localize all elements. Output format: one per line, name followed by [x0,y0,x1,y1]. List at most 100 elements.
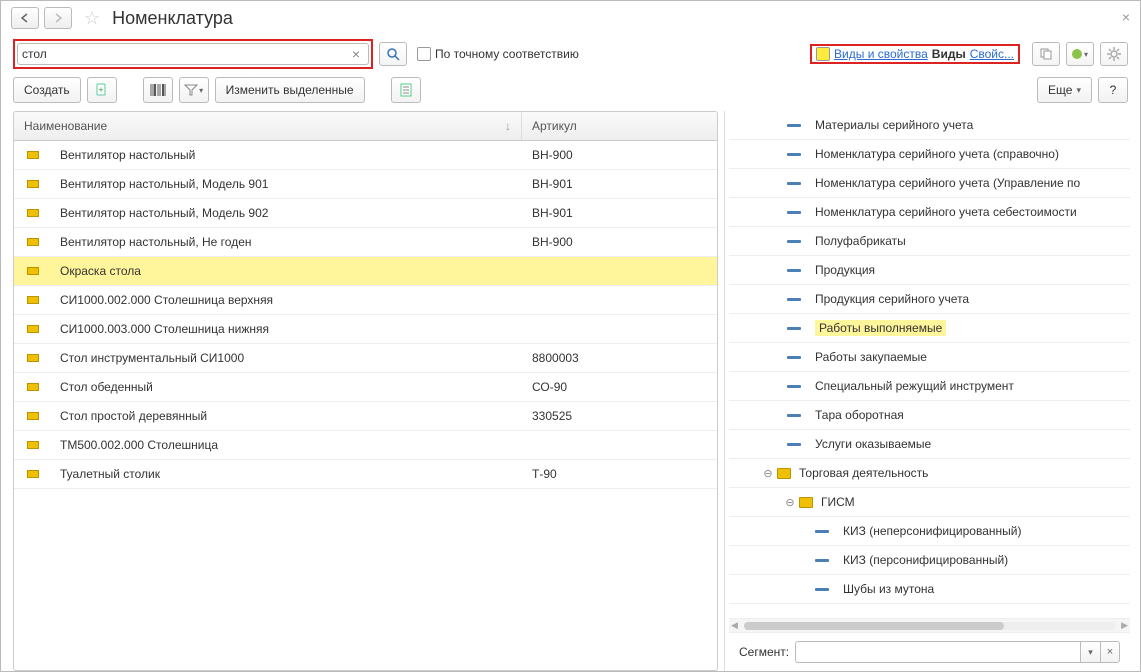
favorite-icon[interactable]: ☆ [84,8,100,29]
toolbar: Создать + ▾ Изменить выделенные Еще▾ ? [1,77,1140,111]
exact-match-label: По точному соответствию [435,47,579,61]
item-icon [27,354,39,362]
svg-text:+: + [98,85,103,95]
tree-item[interactable]: Полуфабрикаты [729,227,1130,256]
item-icon [27,441,39,449]
row-icon-cell [14,267,52,275]
tree-item[interactable]: Услуги оказываемые [729,430,1130,459]
tree-label: Продукция [815,263,875,277]
table-row[interactable]: Туалетный столикТ-90 [14,460,717,489]
table-row[interactable]: ТМ500.002.000 Столешница [14,431,717,460]
arrow-left-icon [20,13,30,23]
row-name: Стол простой деревянный [52,409,522,423]
tree-item[interactable]: Продукция [729,256,1130,285]
tree-item[interactable]: Номенклатура серийного учета себестоимос… [729,198,1130,227]
tree-item[interactable]: Тара оборотная [729,401,1130,430]
tree-item[interactable]: Специальный режущий инструмент [729,372,1130,401]
tree-item[interactable]: Работы закупаемые [729,343,1130,372]
table-row[interactable]: СИ1000.003.000 Столешница нижняя [14,315,717,344]
row-article: ВН-901 [522,177,717,191]
segment-clear-button[interactable]: × [1100,641,1120,663]
tree-item[interactable]: КИЗ (неперсонифицированный) [729,517,1130,546]
scroll-thumb[interactable] [744,622,1004,630]
search-row: × По точному соответствию Виды и свойств… [1,35,1140,77]
search-button[interactable] [379,42,407,66]
nav-forward-button[interactable] [44,7,72,29]
row-icon-cell [14,354,52,362]
col-name-label: Наименование [24,119,107,133]
table-row[interactable]: СИ1000.002.000 Столешница верхняя [14,286,717,315]
tree-item[interactable]: Материалы серийного учета [729,111,1130,140]
scroll-track [744,622,1115,630]
table-row[interactable]: Стол простой деревянный330525 [14,402,717,431]
change-selected-button[interactable]: Изменить выделенные [215,77,365,103]
settings-button[interactable] [1100,42,1128,66]
table-row[interactable]: Вентилятор настольный, Модель 902ВН-901 [14,199,717,228]
more-button[interactable]: Еще▾ [1037,77,1092,103]
funnel-icon [184,83,198,97]
item-icon [27,470,39,478]
row-article: 8800003 [522,351,717,365]
row-article: ВН-900 [522,235,717,249]
views-and-properties-link[interactable]: Виды и свойства [834,47,928,61]
change-selected-label: Изменить выделенные [226,83,354,97]
grid-body[interactable]: Вентилятор настольныйВН-900Вентилятор на… [14,141,717,670]
views-tab[interactable]: Виды [932,47,966,61]
tree-label: Шубы из мутона [843,582,934,596]
row-name: ТМ500.002.000 Столешница [52,438,522,452]
close-icon[interactable]: × [1122,9,1130,25]
exact-match-checkbox-wrap[interactable]: По точному соответствию [417,47,579,61]
table-row[interactable]: Стол обеденныйСО-90 [14,373,717,402]
tree-item[interactable]: Шубы из мутона [729,575,1130,604]
status-button[interactable]: ▾ [1066,42,1094,66]
main-split: Наименование ↓ Артикул Вентилятор настол… [1,111,1140,671]
barcode-button[interactable] [143,77,173,103]
gear-icon [1107,47,1121,61]
segment-field[interactable] [795,641,1080,663]
table-row[interactable]: Вентилятор настольныйВН-900 [14,141,717,170]
table-row[interactable]: Стол инструментальный СИ10008800003 [14,344,717,373]
row-name: СИ1000.002.000 Столешница верхняя [52,293,522,307]
tree-label: Номенклатура серийного учета себестоимос… [815,205,1077,219]
horizontal-scrollbar[interactable]: ◀ ▶ [729,618,1130,632]
tree-label: Продукция серийного учета [815,292,969,306]
create-copy-button[interactable]: + [87,77,117,103]
col-name-header[interactable]: Наименование ↓ [14,112,522,140]
filter-button[interactable]: ▾ [179,77,209,103]
node-icon [787,298,801,301]
collapse-icon[interactable]: ⊖ [781,496,799,509]
tree-item[interactable]: Продукция серийного учета [729,285,1130,314]
item-icon [27,238,39,246]
nav-back-button[interactable] [11,7,39,29]
tree-item[interactable]: ⊖Торговая деятельность [729,459,1130,488]
node-icon [787,356,801,359]
folder-icon [799,497,813,508]
list-mode-button[interactable] [391,77,421,103]
table-row[interactable]: Окраска стола [14,257,717,286]
tree-item[interactable]: ⊖ГИСМ [729,488,1130,517]
search-input[interactable] [22,47,348,61]
collapse-icon[interactable]: ⊖ [759,467,777,480]
category-tree[interactable]: Материалы серийного учета Номенклатура се… [729,111,1130,616]
tree-item[interactable]: КИЗ (персонифицированный) [729,546,1130,575]
table-row[interactable]: Вентилятор настольный, Не годенВН-900 [14,228,717,257]
tree-item[interactable]: Номенклатура серийного учета (Управление… [729,169,1130,198]
properties-link[interactable]: Свойс... [970,47,1014,61]
page-title: Номенклатура [112,8,233,29]
tree-item[interactable]: Номенклатура серийного учета (справочно) [729,140,1130,169]
row-name: Стол инструментальный СИ1000 [52,351,522,365]
col-article-header[interactable]: Артикул [522,112,717,140]
tree-label: Материалы серийного учета [815,118,973,132]
green-dot-icon [1072,49,1082,59]
table-row[interactable]: Вентилятор настольный, Модель 901ВН-901 [14,170,717,199]
search-clear-icon[interactable]: × [348,46,364,62]
create-button[interactable]: Создать [13,77,81,103]
toggle-checkbox-icon[interactable] [816,47,830,61]
segment-dropdown-button[interactable]: ▾ [1080,641,1100,663]
copy-button[interactable] [1032,42,1060,66]
help-button[interactable]: ? [1098,77,1128,103]
tree-label: КИЗ (персонифицированный) [843,553,1008,567]
tree-item[interactable]: Работы выполняемые [729,314,1130,343]
node-icon [787,182,801,185]
search-highlight-frame: × [13,39,373,69]
